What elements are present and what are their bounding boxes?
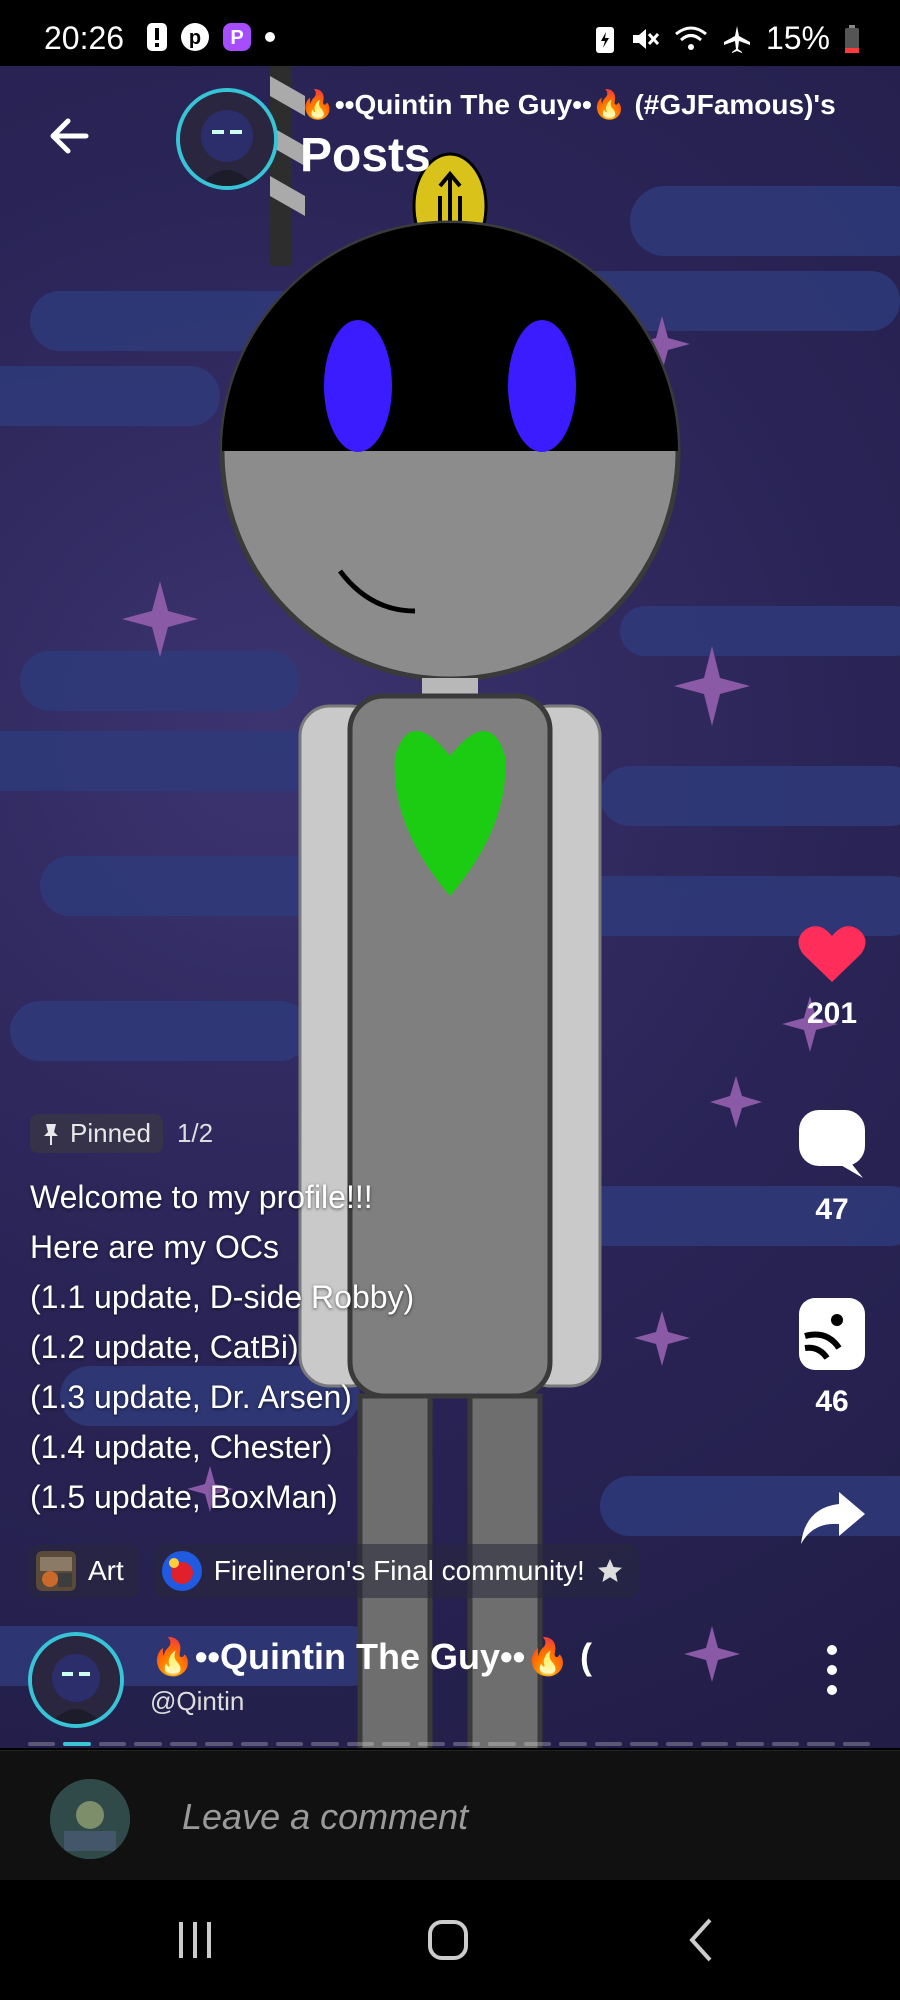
progress-segment [630, 1742, 658, 1746]
post-line: (1.1 update, D-side Robby) [30, 1279, 415, 1315]
svg-text:p: p [189, 27, 201, 49]
mute-icon [632, 28, 660, 49]
progress-segment [28, 1742, 56, 1746]
comment-bubble-icon [799, 1110, 865, 1178]
progress-segment [240, 1742, 268, 1746]
profile-title: 🔥••Quintin The Guy••🔥 (#GJFamous)'s [300, 89, 836, 120]
more-options-button[interactable] [820, 1640, 844, 1700]
home-icon [428, 1920, 468, 1960]
pin-icon [44, 1123, 58, 1145]
progress-segment [417, 1742, 446, 1746]
profile-avatar[interactable] [176, 88, 278, 190]
progress-segment [771, 1742, 800, 1746]
avatar-image [32, 1636, 120, 1724]
progress-segment [736, 1742, 764, 1746]
user-avatar[interactable] [50, 1779, 130, 1859]
author-handle[interactable]: @Qintin [150, 1686, 244, 1717]
repost-button[interactable]: 46 [782, 1296, 882, 1419]
progress-segment [169, 1742, 198, 1746]
pinned-indicator: Pinned 1/2 [30, 1114, 213, 1153]
progress-segment [98, 1742, 127, 1746]
progress-segment [665, 1742, 694, 1746]
author-name[interactable]: 🔥••Quintin The Guy••🔥 ( [150, 1636, 592, 1678]
progress-segment [453, 1742, 481, 1746]
post-line: Here are my OCs [30, 1229, 279, 1265]
progress-segment [275, 1742, 304, 1746]
tag-community[interactable]: Firelineron's Final community! [153, 1544, 639, 1598]
wifi-icon [675, 26, 707, 50]
repost-count: 46 [815, 1385, 849, 1418]
avatar-image [50, 1779, 130, 1859]
pinterest-icon: p [181, 23, 209, 51]
progress-segment [559, 1742, 587, 1746]
post-line: (1.3 update, Dr. Arsen) [30, 1379, 352, 1415]
like-button[interactable]: 201 [782, 922, 882, 1031]
art-tag-icon [36, 1551, 76, 1591]
share-button[interactable] [782, 1490, 882, 1551]
battery-icon [845, 24, 859, 53]
status-time: 20:26 [44, 20, 125, 56]
recent-apps-button[interactable] [155, 1910, 235, 1970]
back-icon [689, 1918, 712, 1962]
picsart-icon: P [223, 23, 251, 51]
battery-saver-icon [595, 26, 614, 53]
more-vertical-icon [827, 1645, 837, 1695]
post-line: (1.2 update, CatBi) [30, 1329, 299, 1365]
progress-segment [382, 1742, 410, 1746]
progress-segment [594, 1742, 623, 1746]
progress-segment [488, 1742, 516, 1746]
progress-segment [134, 1742, 162, 1746]
notification-icons: p P [146, 22, 276, 52]
tag-label: Art [88, 1555, 124, 1586]
progress-segment [807, 1742, 835, 1746]
airplane-icon [723, 25, 750, 53]
tag-art[interactable]: Art [28, 1544, 140, 1598]
svg-text:P: P [230, 27, 243, 49]
avatar-image [180, 92, 274, 186]
recent-apps-icon [179, 1922, 211, 1958]
post-line: (1.5 update, BoxMan) [30, 1479, 338, 1515]
community-tag-icon [161, 1551, 202, 1591]
heart-icon [798, 926, 866, 982]
back-button[interactable] [40, 106, 100, 166]
author-avatar[interactable] [28, 1632, 124, 1728]
system-status-icons: 15% [594, 20, 860, 57]
progress-segment [311, 1742, 339, 1746]
tag-list: Art Firelineron's Final community! [28, 1544, 639, 1598]
back-arrow-icon [50, 118, 89, 154]
progress-segment [205, 1742, 233, 1746]
post-line: (1.4 update, Chester) [30, 1429, 333, 1465]
progress-segment [701, 1742, 729, 1746]
post-line: Welcome to my profile!!! [30, 1179, 373, 1215]
comment-bar [0, 1750, 900, 1881]
pinned-position: 1/2 [176, 1118, 214, 1148]
post-progress-indicator [28, 1742, 871, 1748]
nav-back-button[interactable] [662, 1910, 742, 1970]
home-button[interactable] [408, 1910, 488, 1970]
pinned-label: Pinned [70, 1118, 151, 1148]
tag-label: Firelineron's Final community! [213, 1555, 585, 1586]
battery-percent: 15% [765, 20, 830, 56]
progress-segment [842, 1742, 871, 1746]
pinned-chip: Pinned [30, 1114, 163, 1153]
comment-count: 47 [815, 1193, 849, 1226]
post-body: Welcome to my profile!!! Here are my OCs… [30, 1172, 414, 1522]
status-bar: 20:26 p P 15% [0, 0, 900, 66]
progress-segment-active [63, 1742, 91, 1746]
progress-segment [523, 1742, 552, 1746]
share-icon [801, 1492, 865, 1544]
progress-segment [346, 1742, 375, 1746]
comment-input[interactable] [180, 1791, 844, 1843]
like-count: 201 [806, 997, 858, 1030]
comment-button[interactable]: 47 [782, 1108, 882, 1227]
dot-icon [265, 32, 275, 42]
repost-icon [799, 1298, 865, 1370]
screen: 20:26 p P 15% 🔥••Quintin The Guy••🔥 (#GJ… [0, 0, 900, 2000]
star-icon [597, 1559, 622, 1582]
alert-icon [147, 23, 167, 51]
page-title: Posts [300, 129, 431, 182]
system-nav-bar [0, 1880, 900, 2000]
